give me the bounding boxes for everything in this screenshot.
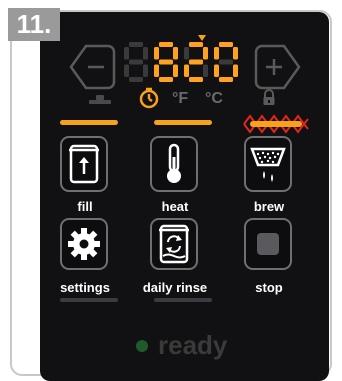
digit-3-segment-b (233, 47, 238, 60)
heat-label: heat (161, 199, 189, 214)
daily-rinse-indicator-bar (154, 298, 212, 302)
digit-3-segment-d (219, 77, 233, 82)
digit-3-segment-g (219, 59, 233, 65)
brew-icon (250, 147, 286, 182)
brew-button[interactable] (244, 136, 292, 192)
increase-button[interactable] (254, 42, 302, 92)
digit-0-segment-d (129, 77, 143, 82)
timer-indicator-bar (154, 120, 212, 125)
digit-2-segment-a (189, 42, 203, 47)
digit-1-segment-e (154, 64, 159, 77)
stop-button[interactable] (244, 218, 292, 270)
digit-0-segment-c (143, 64, 148, 77)
stop-icon (257, 233, 279, 255)
unit-fahrenheit[interactable]: °F (172, 90, 188, 108)
digit-0-segment-g (129, 59, 143, 65)
digit-2-segment-d (189, 77, 203, 82)
heat-button[interactable] (150, 136, 198, 192)
decrease-button[interactable] (68, 42, 116, 92)
digit-2-segment-c (203, 64, 208, 77)
digit-3-segment-e (214, 64, 219, 77)
digit-1-segment-g (159, 59, 173, 65)
fill-label: fill (77, 199, 93, 214)
fill-button[interactable] (60, 136, 108, 192)
digit-1-segment-c (173, 64, 178, 77)
digit-1-segment-f (154, 47, 159, 60)
digit-3-segment-c (233, 64, 238, 77)
digit-1-segment-b (173, 47, 178, 60)
daily-rinse-button[interactable] (150, 218, 198, 270)
digit-0-segment-a (129, 42, 143, 47)
ready-text: ready (158, 330, 228, 360)
digit-0-segment-e (124, 64, 129, 77)
step-number: 11. (8, 8, 60, 41)
lid-indicator-bar (60, 120, 118, 125)
lock-indicator-flashing (243, 114, 309, 134)
digit-2-segment-b (203, 47, 208, 60)
digit-0-segment-b (143, 47, 148, 60)
unit-celsius[interactable]: °C (205, 90, 223, 108)
rinse-icon (159, 224, 189, 264)
digit-2-segment-f (184, 47, 189, 60)
display-indicator-arrow (198, 35, 206, 41)
settings-button[interactable] (60, 218, 108, 270)
settings-indicator-bar (60, 298, 118, 302)
digit-0-segment-f (124, 47, 129, 60)
digit-2-segment-e (184, 64, 189, 77)
thermometer-icon (167, 143, 181, 183)
gear-icon (68, 228, 100, 260)
lid-icon (89, 95, 111, 104)
daily-rinse-label: daily rinse (142, 280, 208, 295)
temperature-display: 820 (120, 30, 246, 86)
digit-2-segment-g (189, 59, 203, 65)
timer-icon (139, 87, 159, 109)
plus-icon (254, 44, 301, 90)
display-digits (124, 35, 238, 82)
ready-indicator-light (136, 340, 148, 352)
digit-1-segment-a (159, 42, 173, 47)
fill-icon (69, 144, 99, 184)
minus-icon (69, 44, 116, 90)
brew-label: brew (253, 199, 285, 214)
stop-label: stop (255, 280, 283, 295)
digit-1-segment-d (159, 77, 173, 82)
settings-label: settings (60, 280, 110, 295)
digit-3-segment-f (214, 47, 219, 60)
digit-3-segment-a (219, 42, 233, 47)
lock-icon (263, 89, 275, 105)
